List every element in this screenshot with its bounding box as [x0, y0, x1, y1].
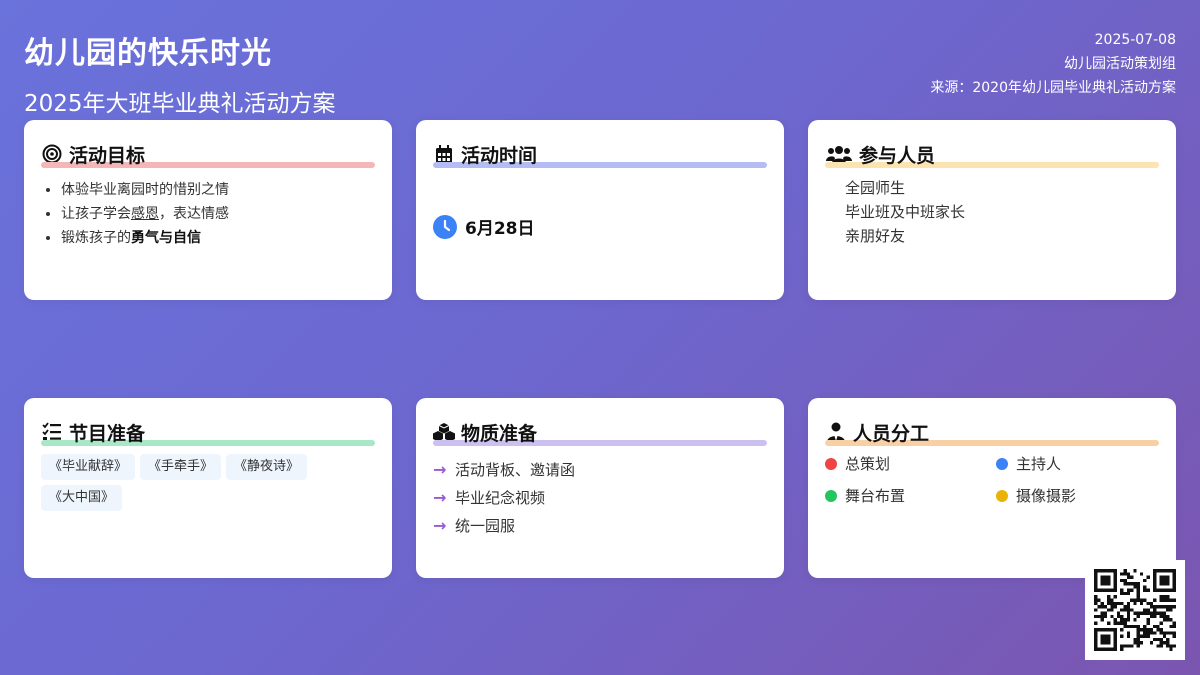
time-value: 6月28日 — [465, 219, 535, 239]
goals-card-header: 活动目标 — [41, 140, 375, 168]
supplies-card-header: 物质准备 — [433, 418, 767, 446]
source-text: 来源：2020年幼儿园毕业典礼活动方案 — [930, 80, 1176, 96]
roles-card: 人员分工 总策划 主持人 舞台布置 摄像摄影 — [808, 398, 1176, 578]
organizer-text: 幼儿园活动策划组 — [1064, 56, 1176, 72]
list-item: → 统一园服 — [433, 512, 767, 540]
programs-title: 节目准备 — [69, 422, 146, 445]
dot-icon — [996, 458, 1008, 470]
roles-list: 总策划 主持人 舞台布置 摄像摄影 — [825, 454, 1159, 506]
list-item: → 毕业纪念视频 — [433, 484, 767, 512]
programs-card: 节目准备 《毕业献辞》 《手牵手》 《静夜诗》 《大中国》 — [24, 398, 392, 578]
page-title: 幼儿园的快乐时光 — [24, 36, 272, 71]
qr-code — [1085, 560, 1185, 660]
list-item: 让孩子学会感恩，表达情感 — [61, 202, 375, 226]
time-card: 活动时间 6月28日 — [416, 120, 784, 300]
dot-icon — [825, 458, 837, 470]
supplies-card: 物质准备 → 活动背板、邀请函 → 毕业纪念视频 → 统一园服 — [416, 398, 784, 578]
program-chip: 《大中国》 — [41, 485, 123, 511]
programs-card-header: 节目准备 — [41, 418, 375, 446]
role-item: 总策划 — [825, 454, 996, 474]
time-row: 6月28日 — [433, 214, 767, 239]
date-text: 2025-07-08 — [1094, 32, 1176, 48]
program-chip: 《手牵手》 — [140, 454, 222, 480]
time-title: 活动时间 — [461, 144, 538, 167]
list-item: 锻炼孩子的勇气与自信 — [61, 226, 375, 250]
goals-card: 活动目标 体验毕业离园时的惜别之情 让孩子学会感恩，表达情感 锻炼孩子的勇气与自… — [24, 120, 392, 300]
supplies-list: → 活动背板、邀请函 → 毕业纪念视频 → 统一园服 — [433, 456, 767, 540]
participants-list: 全园师生 毕业班及中班家长 亲朋好友 — [845, 176, 1159, 248]
role-item: 摄像摄影 — [996, 486, 1167, 506]
list-item: 毕业班及中班家长 — [845, 203, 966, 221]
participants-card-header: 参与人员 — [825, 140, 1159, 168]
goals-list: 体验毕业离园时的惜别之情 让孩子学会感恩，表达情感 锻炼孩子的勇气与自信 — [41, 178, 375, 250]
participants-title: 参与人员 — [859, 144, 936, 167]
list-item: → 活动背板、邀请函 — [433, 456, 767, 484]
page-subtitle: 2025年大班毕业典礼活动方案 — [24, 91, 336, 117]
clock-icon — [433, 214, 457, 239]
list-item: 亲朋好友 — [845, 227, 906, 245]
dot-icon — [825, 490, 837, 502]
qr-code-icon — [1094, 569, 1176, 651]
program-chip: 《毕业献辞》 — [41, 454, 136, 480]
arrow-right-icon: → — [433, 488, 447, 507]
list-item: 全园师生 — [845, 179, 906, 197]
arrow-right-icon: → — [433, 516, 447, 535]
arrow-right-icon: → — [433, 460, 447, 479]
program-chip: 《静夜诗》 — [226, 454, 308, 480]
participants-card: 参与人员 全园师生 毕业班及中班家长 亲朋好友 — [808, 120, 1176, 300]
goals-title: 活动目标 — [69, 144, 146, 167]
roles-card-header: 人员分工 — [825, 418, 1159, 446]
time-card-header: 活动时间 — [433, 140, 767, 168]
roles-title: 人员分工 — [853, 422, 930, 445]
role-item: 主持人 — [996, 454, 1167, 474]
dot-icon — [996, 490, 1008, 502]
list-item: 体验毕业离园时的惜别之情 — [61, 178, 375, 202]
programs-list: 《毕业献辞》 《手牵手》 《静夜诗》 《大中国》 — [41, 454, 341, 511]
role-item: 舞台布置 — [825, 486, 996, 506]
header-meta: 2025-07-08 幼儿园活动策划组 来源：2020年幼儿园毕业典礼活动方案 — [930, 28, 1176, 100]
supplies-title: 物质准备 — [461, 422, 538, 445]
